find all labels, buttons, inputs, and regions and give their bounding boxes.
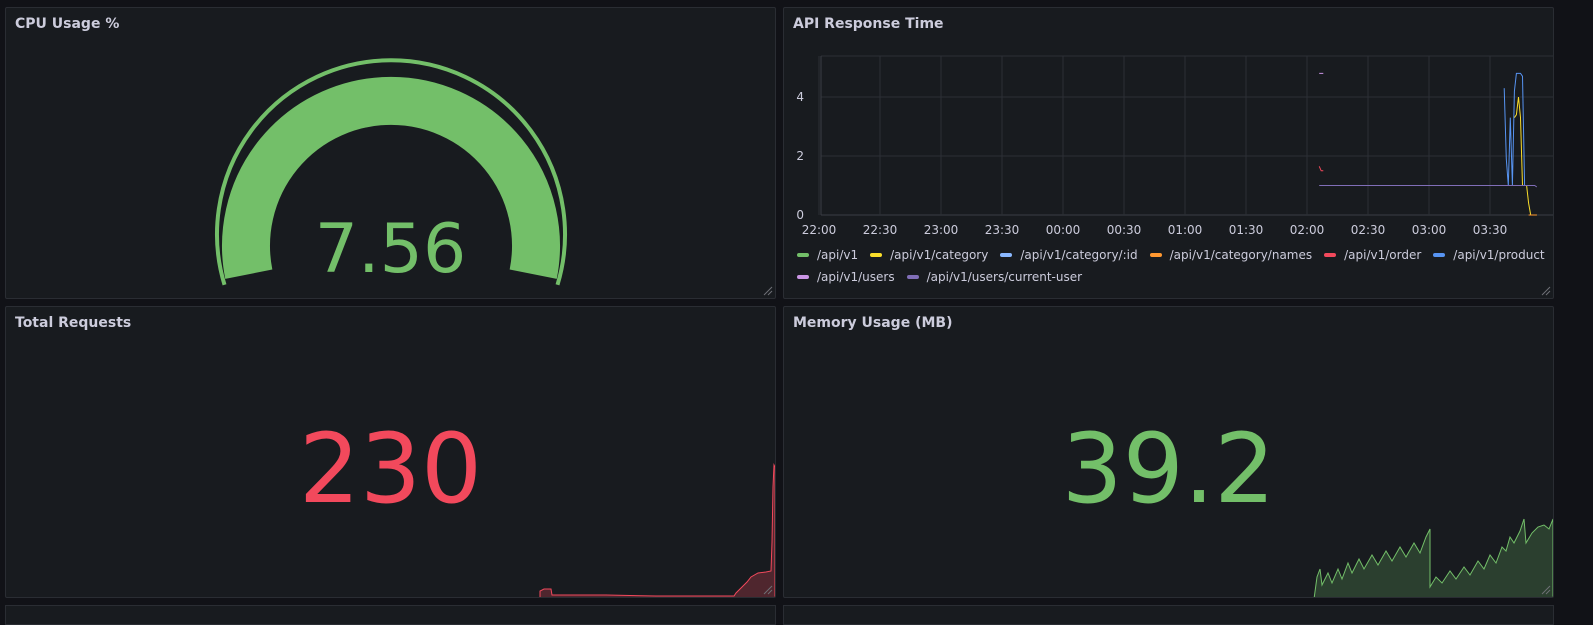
x-tick-label: 01:30 [1229, 223, 1264, 237]
legend-swatch [1324, 252, 1337, 257]
memory-usage-panel[interactable]: Memory Usage (MB) 39.2 [783, 306, 1554, 598]
chart-series [1318, 72, 1538, 216]
legend-swatch [1149, 252, 1162, 257]
legend-item[interactable]: /api/v1/product [1433, 246, 1545, 263]
legend-label: /api/v1 [817, 247, 859, 262]
legend-item[interactable]: /api/v1/users [797, 268, 895, 285]
api-response-time-panel[interactable]: API Response Time 024 22:00 22:30 23:00 23:… [783, 7, 1554, 299]
x-tick-label: 00:00 [1046, 223, 1081, 237]
total-requests-value: 230 [298, 413, 483, 525]
x-tick-label: 00:30 [1107, 223, 1142, 237]
x-tick-label: 03:30 [1473, 223, 1508, 237]
legend-item[interactable]: /api/v1/order [1324, 246, 1421, 263]
legend-label: /api/v1/users [817, 269, 895, 284]
y-tick-label: 0 [796, 208, 804, 222]
legend-label: /api/v1/users/current-user [926, 269, 1083, 284]
series-line [1319, 185, 1538, 188]
y-tick-label: 2 [796, 149, 804, 163]
legend-swatch [870, 252, 883, 257]
resize-handle-icon[interactable] [1541, 286, 1551, 296]
memory-usage-sparkline-area [1313, 518, 1553, 597]
resize-handle-icon[interactable] [763, 286, 773, 296]
x-tick-label: 22:30 [863, 223, 898, 237]
chart-grid [818, 55, 1553, 216]
next-row-panel-right[interactable] [783, 605, 1554, 625]
next-row-panel-left[interactable] [5, 605, 776, 625]
legend-item[interactable]: /api/v1/users/current-user [906, 268, 1083, 285]
cpu-usage-value: 7.56 [314, 210, 467, 289]
api-response-time-chart: 0 2 4 22:00 22:30 23:00 23:30 00:00 00:30 01:00 0… [796, 55, 1553, 237]
legend-label: /api/v1/product [1453, 247, 1545, 262]
legend-item[interactable]: /api/v1/category/names [1149, 246, 1313, 263]
legend-label: /api/v1/category [890, 247, 989, 262]
series-line [1503, 72, 1527, 186]
x-tick-label: 02:30 [1351, 223, 1386, 237]
legend-item[interactable]: /api/v1/category/:id [1000, 246, 1138, 263]
legend-item[interactable]: /api/v1 [797, 246, 858, 263]
chart-legend: /api/v1/api/v1/category/api/v1/category/… [797, 246, 1553, 285]
chart-x-axis: 22:00 22:30 23:00 23:30 00:00 00:30 01:00 01:30… [802, 223, 1508, 237]
cpu-usage-panel[interactable]: CPU Usage % 7.56 [5, 7, 776, 299]
legend-swatch [906, 274, 919, 279]
x-tick-label: 03:00 [1412, 223, 1447, 237]
x-tick-label: 01:00 [1168, 223, 1203, 237]
legend-label: /api/v1/category/names [1169, 247, 1313, 262]
total-requests-panel[interactable]: Total Requests 230 [5, 306, 776, 598]
x-tick-label: 22:00 [802, 223, 837, 237]
x-tick-label: 23:30 [985, 223, 1020, 237]
legend-swatch [797, 252, 809, 257]
y-tick-label: 4 [796, 90, 804, 104]
legend-swatch [1000, 252, 1013, 257]
x-tick-label: 02:00 [1290, 223, 1325, 237]
legend-swatch [797, 274, 809, 279]
memory-usage-value: 39.2 [1061, 413, 1276, 525]
resize-handle-icon[interactable] [1541, 585, 1551, 595]
legend-label: /api/v1/category/:id [1020, 247, 1138, 262]
legend-item[interactable]: /api/v1/category [870, 246, 988, 263]
legend-label: /api/v1/order [1344, 247, 1422, 262]
chart-y-axis: 0 2 4 [796, 90, 804, 222]
series-line [1318, 166, 1324, 172]
x-tick-label: 23:00 [924, 223, 959, 237]
legend-swatch [1433, 252, 1446, 257]
resize-handle-icon[interactable] [763, 585, 773, 595]
